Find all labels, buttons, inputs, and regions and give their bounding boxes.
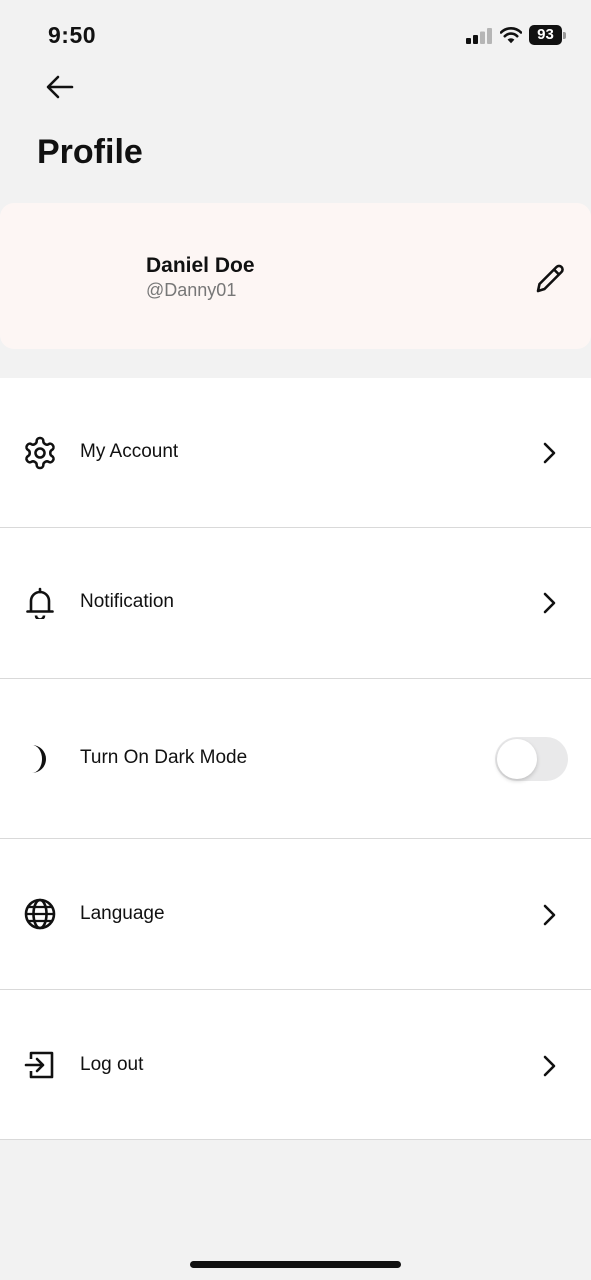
chevron-right-icon: [536, 902, 562, 928]
profile-card: Daniel Doe @Danny01: [0, 203, 591, 349]
settings-item-notification[interactable]: Notification: [0, 528, 591, 679]
dark-mode-toggle[interactable]: [495, 737, 568, 781]
back-button[interactable]: [40, 70, 80, 104]
globe-icon: [21, 895, 59, 933]
settings-item-label: My Account: [80, 441, 179, 462]
edit-profile-button[interactable]: [530, 258, 570, 298]
settings-item-label: Log out: [80, 1054, 144, 1075]
settings-item-label: Turn On Dark Mode: [80, 747, 248, 768]
chevron-right-icon: [536, 1053, 562, 1079]
bell-icon: [21, 584, 59, 622]
battery-level: 93: [529, 25, 562, 45]
profile-screen: 9:50 93 Profile Daniel Doe @Danny01 My A…: [0, 0, 591, 1280]
chevron-right-icon: [536, 440, 562, 466]
cellular-signal-icon: [466, 28, 492, 44]
profile-name: Daniel Doe: [146, 254, 255, 277]
battery-indicator: 93: [529, 25, 567, 45]
gear-icon: [21, 434, 59, 472]
settings-item-label: Language: [80, 903, 165, 924]
arrow-left-icon: [46, 75, 74, 99]
chevron-right-icon: [536, 590, 562, 616]
avatar[interactable]: [38, 229, 132, 323]
page-title: Profile: [37, 133, 143, 171]
settings-item-my-account[interactable]: My Account: [0, 378, 591, 528]
status-bar: 9:50 93: [0, 0, 591, 70]
pencil-icon: [536, 264, 564, 293]
settings-item-language[interactable]: Language: [0, 839, 591, 990]
settings-list: My Account Notification Turn On Dark Mod…: [0, 378, 591, 1140]
battery-tip: [563, 32, 566, 39]
settings-item-dark-mode: Turn On Dark Mode: [0, 679, 591, 839]
wifi-icon: [500, 27, 522, 44]
status-time: 9:50: [48, 22, 97, 48]
toggle-knob: [497, 739, 537, 779]
logout-icon: [21, 1046, 59, 1084]
profile-handle: @Danny01: [146, 280, 237, 300]
home-indicator[interactable]: [190, 1261, 401, 1268]
settings-item-label: Notification: [80, 591, 174, 612]
settings-item-log-out[interactable]: Log out: [0, 990, 591, 1140]
moon-icon: [21, 740, 59, 778]
